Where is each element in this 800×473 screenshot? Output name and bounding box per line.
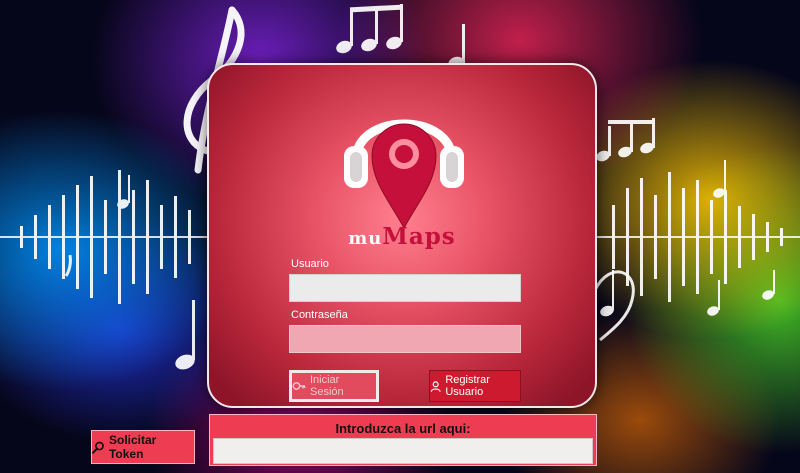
key-icon	[292, 382, 306, 390]
register-button-label: Registrar Usuario	[445, 374, 490, 398]
brand-prefix: mu	[348, 228, 383, 249]
search-icon	[92, 441, 104, 454]
password-field[interactable]	[289, 325, 521, 353]
user-icon	[430, 380, 441, 392]
url-section: Introduzca la url aqui:	[209, 414, 597, 466]
login-button-label: Iniciar Sesión	[309, 374, 344, 398]
url-input[interactable]	[213, 438, 593, 464]
request-token-button[interactable]: Solicitar Token	[91, 430, 195, 464]
login-button[interactable]: Iniciar Sesión	[289, 370, 379, 402]
brand-name: muMaps	[209, 223, 595, 250]
brand-suffix: Maps	[382, 223, 456, 250]
url-label: Introduzca la url aqui:	[335, 421, 471, 436]
login-panel: muMaps Usuario Contraseña Iniciar Sesión…	[207, 63, 597, 408]
user-field[interactable]	[289, 274, 521, 302]
register-button[interactable]: Registrar Usuario	[429, 370, 521, 402]
request-token-label: Solicitar Token	[108, 433, 157, 461]
user-label: Usuario	[291, 258, 329, 270]
password-label: Contraseña	[291, 309, 348, 321]
